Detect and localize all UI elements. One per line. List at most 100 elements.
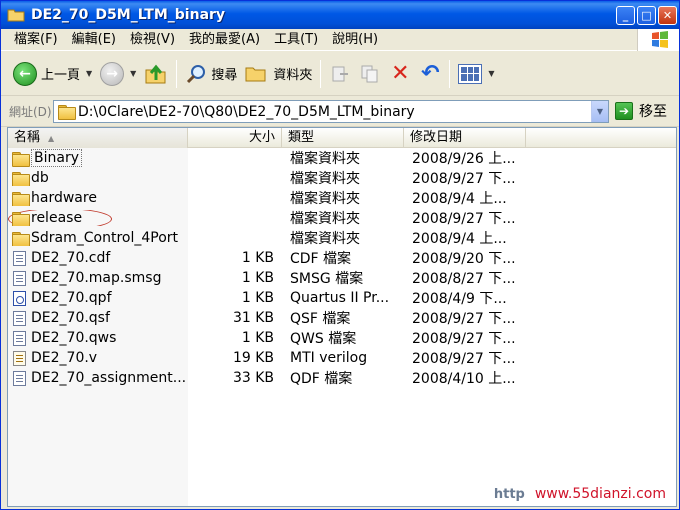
file-row[interactable]: Binary 檔案資料夾 2008/9/26 上... — [8, 148, 676, 168]
forward-arrow-icon: → — [100, 61, 125, 86]
file-size: 31 KB — [232, 310, 274, 326]
file-type: 檔案資料夾 — [290, 211, 360, 227]
chevron-down-icon[interactable]: ▼ — [86, 69, 92, 78]
up-folder-button[interactable] — [140, 57, 172, 91]
search-label: 搜尋 — [211, 68, 238, 83]
file-name: DE2_70.cdf — [31, 250, 111, 266]
windows-logo-icon — [637, 29, 679, 51]
file-size: 1 KB — [241, 270, 274, 286]
file-row[interactable]: Sdram_Control_4Port 檔案資料夾 2008/9/4 上... — [8, 228, 676, 248]
toolbar-separator — [176, 59, 178, 88]
minimize-button[interactable]: _ — [616, 6, 635, 25]
address-path: D:\0Clare\DE2-70\Q80\DE2_70_D5M_LTM_bina… — [78, 103, 415, 120]
file-name: Sdram_Control_4Port — [31, 230, 179, 246]
file-icon — [13, 310, 26, 326]
address-bar: 網址(D) D:\0Clare\DE2-70\Q80\DE2_70_D5M_LT… — [1, 97, 679, 127]
up-folder-icon — [144, 62, 168, 86]
file-icon — [13, 270, 26, 286]
folder-icon — [12, 231, 30, 246]
copy-to-icon — [359, 63, 381, 85]
file-type: QSF 檔案 — [290, 311, 351, 327]
column-header-name[interactable]: 名稱 ▲ — [8, 128, 188, 148]
undo-icon: ↶ — [421, 61, 440, 86]
file-row[interactable]: DE2_70.v 19 KB MTI verilog 2008/9/27 下..… — [8, 348, 676, 368]
file-name: Binary — [31, 149, 82, 167]
menu-help[interactable]: 說明(H) — [325, 30, 385, 50]
file-type: 檔案資料夾 — [290, 151, 360, 167]
file-row[interactable]: hardware 檔案資料夾 2008/9/4 上... — [8, 188, 676, 208]
address-input[interactable]: D:\0Clare\DE2-70\Q80\DE2_70_D5M_LTM_bina… — [53, 100, 609, 123]
folder-icon — [7, 8, 25, 22]
file-row[interactable]: DE2_70_assignment... 33 KB QDF 檔案 2008/4… — [8, 368, 676, 388]
watermark-http: http — [493, 486, 525, 502]
file-rows: Binary 檔案資料夾 2008/9/26 上... db 檔案資料夾 200… — [8, 148, 676, 388]
back-label: 上一頁 — [41, 68, 81, 83]
file-type: MTI verilog — [290, 350, 368, 366]
file-size: 33 KB — [232, 370, 274, 386]
file-row[interactable]: DE2_70.map.smsg 1 KB SMSG 檔案 2008/8/27 下… — [8, 268, 676, 288]
close-button[interactable]: ✕ — [658, 6, 677, 25]
file-name: DE2_70_assignment... — [31, 370, 187, 386]
file-type: QDF 檔案 — [290, 371, 353, 387]
delete-button[interactable]: ✕ — [385, 57, 415, 91]
folder-icon — [12, 171, 30, 186]
back-button[interactable]: ← 上一頁 ▼ — [9, 57, 96, 91]
chevron-down-icon[interactable]: ▼ — [488, 69, 494, 78]
file-row[interactable]: DE2_70.qws 1 KB QWS 檔案 2008/9/27 下... — [8, 328, 676, 348]
file-row[interactable]: DE2_70.cdf 1 KB CDF 檔案 2008/9/20 下... — [8, 248, 676, 268]
maximize-button[interactable]: □ — [637, 6, 656, 25]
folders-icon — [245, 62, 269, 86]
folder-icon — [12, 151, 30, 167]
menu-tools[interactable]: 工具(T) — [267, 30, 325, 50]
menu-edit[interactable]: 編輯(E) — [65, 30, 123, 50]
folder-icon — [58, 105, 76, 120]
menu-favorites[interactable]: 我的最愛(A) — [182, 30, 267, 50]
watermark: http www.55dianzi.com — [494, 486, 670, 502]
file-name: DE2_70.v — [31, 350, 98, 366]
folders-button[interactable]: 資料夾 — [241, 57, 316, 91]
file-date: 2008/9/27 下... — [412, 211, 516, 227]
toolbar-separator — [449, 59, 451, 88]
move-to-button[interactable] — [325, 57, 355, 91]
search-icon — [185, 63, 207, 85]
go-button[interactable]: ➔ 移至 — [615, 101, 667, 121]
column-header-date[interactable]: 修改日期 — [404, 128, 526, 148]
file-date: 2008/4/10 上... — [412, 371, 516, 387]
title-bar[interactable]: DE2_70_D5M_LTM_binary _ □ ✕ — [1, 1, 679, 29]
file-type: QWS 檔案 — [290, 331, 357, 347]
forward-button[interactable]: → ▼ — [96, 57, 140, 91]
copy-to-button[interactable] — [355, 57, 385, 91]
column-header-size[interactable]: 大小 — [188, 128, 282, 148]
file-type: 檔案資料夾 — [290, 191, 360, 207]
menu-view[interactable]: 檢視(V) — [123, 30, 182, 50]
go-label: 移至 — [639, 104, 667, 120]
file-date: 2008/9/4 上... — [412, 231, 507, 247]
delete-icon: ✕ — [391, 61, 410, 86]
file-icon — [13, 370, 26, 386]
views-button[interactable]: ▼ — [454, 57, 498, 91]
undo-button[interactable]: ↶ — [415, 57, 445, 91]
toolbar: ← 上一頁 ▼ → ▼ 搜尋 資料夾 ✕ ↶ ▼ — [1, 52, 679, 96]
file-row[interactable]: DE2_70.qsf 31 KB QSF 檔案 2008/9/27 下... — [8, 308, 676, 328]
folder-icon — [12, 211, 30, 226]
column-header-type[interactable]: 類型 — [282, 128, 404, 148]
file-row[interactable]: db 檔案資料夾 2008/9/27 下... — [8, 168, 676, 188]
folder-icon — [12, 191, 30, 206]
verilog-file-icon — [13, 350, 26, 366]
address-label: 網址(D) — [9, 105, 52, 119]
file-size: 19 KB — [232, 350, 274, 366]
file-row[interactable]: DE2_70.qpf 1 KB Quartus II Pr... 2008/4/… — [8, 288, 676, 308]
file-date: 2008/9/27 下... — [412, 351, 516, 367]
file-date: 2008/9/27 下... — [412, 311, 516, 327]
search-button[interactable]: 搜尋 — [181, 57, 241, 91]
file-date: 2008/9/20 下... — [412, 251, 516, 267]
file-list[interactable]: 名稱 ▲ 大小 類型 修改日期 Binary 檔案資料夾 2008/9/26 上.… — [7, 127, 677, 507]
chevron-down-icon[interactable]: ▼ — [130, 69, 136, 78]
file-type: 檔案資料夾 — [290, 171, 360, 187]
file-row[interactable]: release 檔案資料夾 2008/9/27 下... — [8, 208, 676, 228]
file-name: DE2_70.qpf — [31, 290, 112, 306]
file-date: 2008/9/27 下... — [412, 331, 516, 347]
file-name: DE2_70.qws — [31, 330, 117, 346]
address-dropdown-button[interactable]: ▼ — [591, 101, 608, 122]
menu-file[interactable]: 檔案(F) — [7, 30, 65, 50]
